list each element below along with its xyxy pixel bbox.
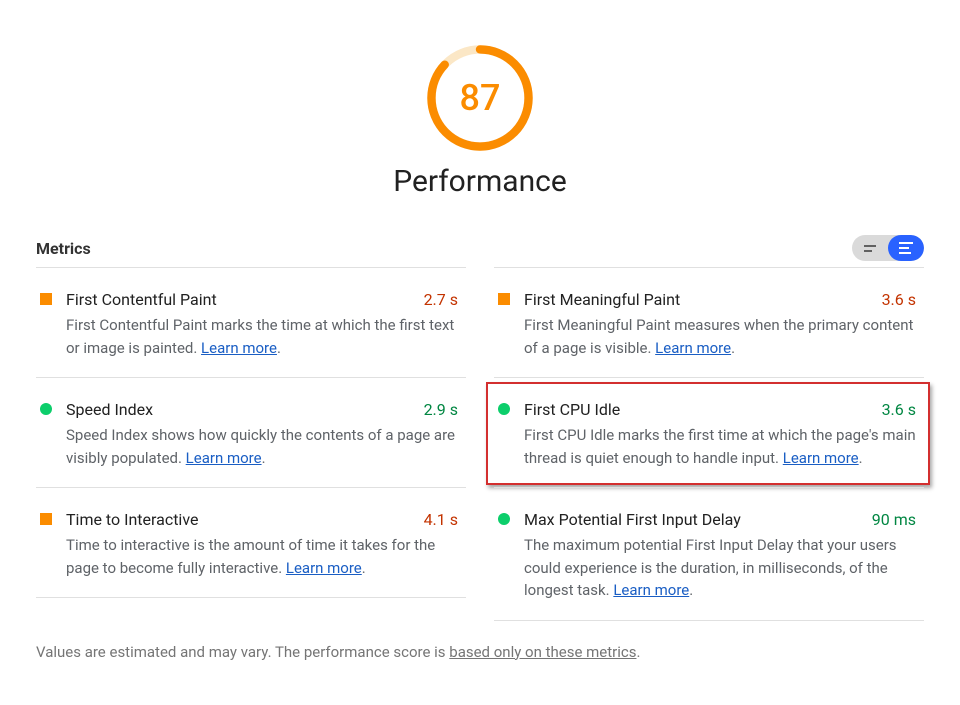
- metric-time-to-interactive: Time to Interactive Time to interactive …: [36, 487, 466, 598]
- status-good-icon: [498, 513, 510, 525]
- metric-description: Speed Index shows how quickly the conten…: [66, 424, 462, 469]
- metric-title: Time to Interactive: [66, 508, 462, 532]
- metric-max-potential-fid: Max Potential First Input Delay The maxi…: [494, 487, 924, 621]
- metric-value: 90 ms: [872, 508, 916, 532]
- detailed-icon: [899, 241, 913, 256]
- view-toggle-compact[interactable]: [852, 235, 888, 261]
- metric-title: Max Potential First Input Delay: [524, 508, 920, 532]
- metric-first-cpu-idle: First CPU Idle First CPU Idle marks the …: [494, 377, 924, 487]
- metric-title: Speed Index: [66, 398, 462, 422]
- metric-description: The maximum potential First Input Delay …: [524, 534, 920, 602]
- metric-first-contentful-paint: First Contentful Paint First Contentful …: [36, 267, 466, 377]
- metric-description: First Contentful Paint marks the time at…: [66, 314, 462, 359]
- footnote-link[interactable]: based only on these metrics: [449, 643, 636, 661]
- metric-speed-index: Speed Index Speed Index shows how quickl…: [36, 377, 466, 487]
- score-gauge: 87 Performance: [36, 0, 924, 199]
- metrics-heading: Metrics: [36, 239, 91, 258]
- metric-title: First Contentful Paint: [66, 288, 462, 312]
- learn-more-link[interactable]: Learn more: [613, 581, 689, 599]
- view-toggle-detailed[interactable]: [888, 235, 924, 261]
- status-good-icon: [40, 403, 52, 415]
- status-average-icon: [40, 293, 52, 305]
- status-average-icon: [40, 513, 52, 525]
- learn-more-link[interactable]: Learn more: [186, 449, 262, 467]
- learn-more-link[interactable]: Learn more: [783, 449, 859, 467]
- learn-more-link[interactable]: Learn more: [286, 559, 362, 577]
- metric-first-meaningful-paint: First Meaningful Paint First Meaningful …: [494, 267, 924, 377]
- metric-title: First CPU Idle: [524, 398, 920, 422]
- footnote: Values are estimated and may vary. The p…: [36, 643, 924, 661]
- status-average-icon: [498, 293, 510, 305]
- compact-icon: [864, 243, 876, 253]
- metric-description: First CPU Idle marks the first time at w…: [524, 424, 920, 469]
- metric-value: 3.6 s: [882, 288, 916, 312]
- metric-title: First Meaningful Paint: [524, 288, 920, 312]
- metric-value: 2.7 s: [424, 288, 458, 312]
- metric-value: 3.6 s: [882, 398, 916, 422]
- view-toggle: [852, 235, 924, 261]
- metric-value: 4.1 s: [424, 508, 458, 532]
- score-value: 87: [424, 42, 536, 154]
- metric-description: First Meaningful Paint measures when the…: [524, 314, 920, 359]
- metric-value: 2.9 s: [424, 398, 458, 422]
- learn-more-link[interactable]: Learn more: [201, 339, 277, 357]
- status-good-icon: [498, 403, 510, 415]
- category-title: Performance: [36, 164, 924, 199]
- metric-description: Time to interactive is the amount of tim…: [66, 534, 462, 579]
- learn-more-link[interactable]: Learn more: [655, 339, 731, 357]
